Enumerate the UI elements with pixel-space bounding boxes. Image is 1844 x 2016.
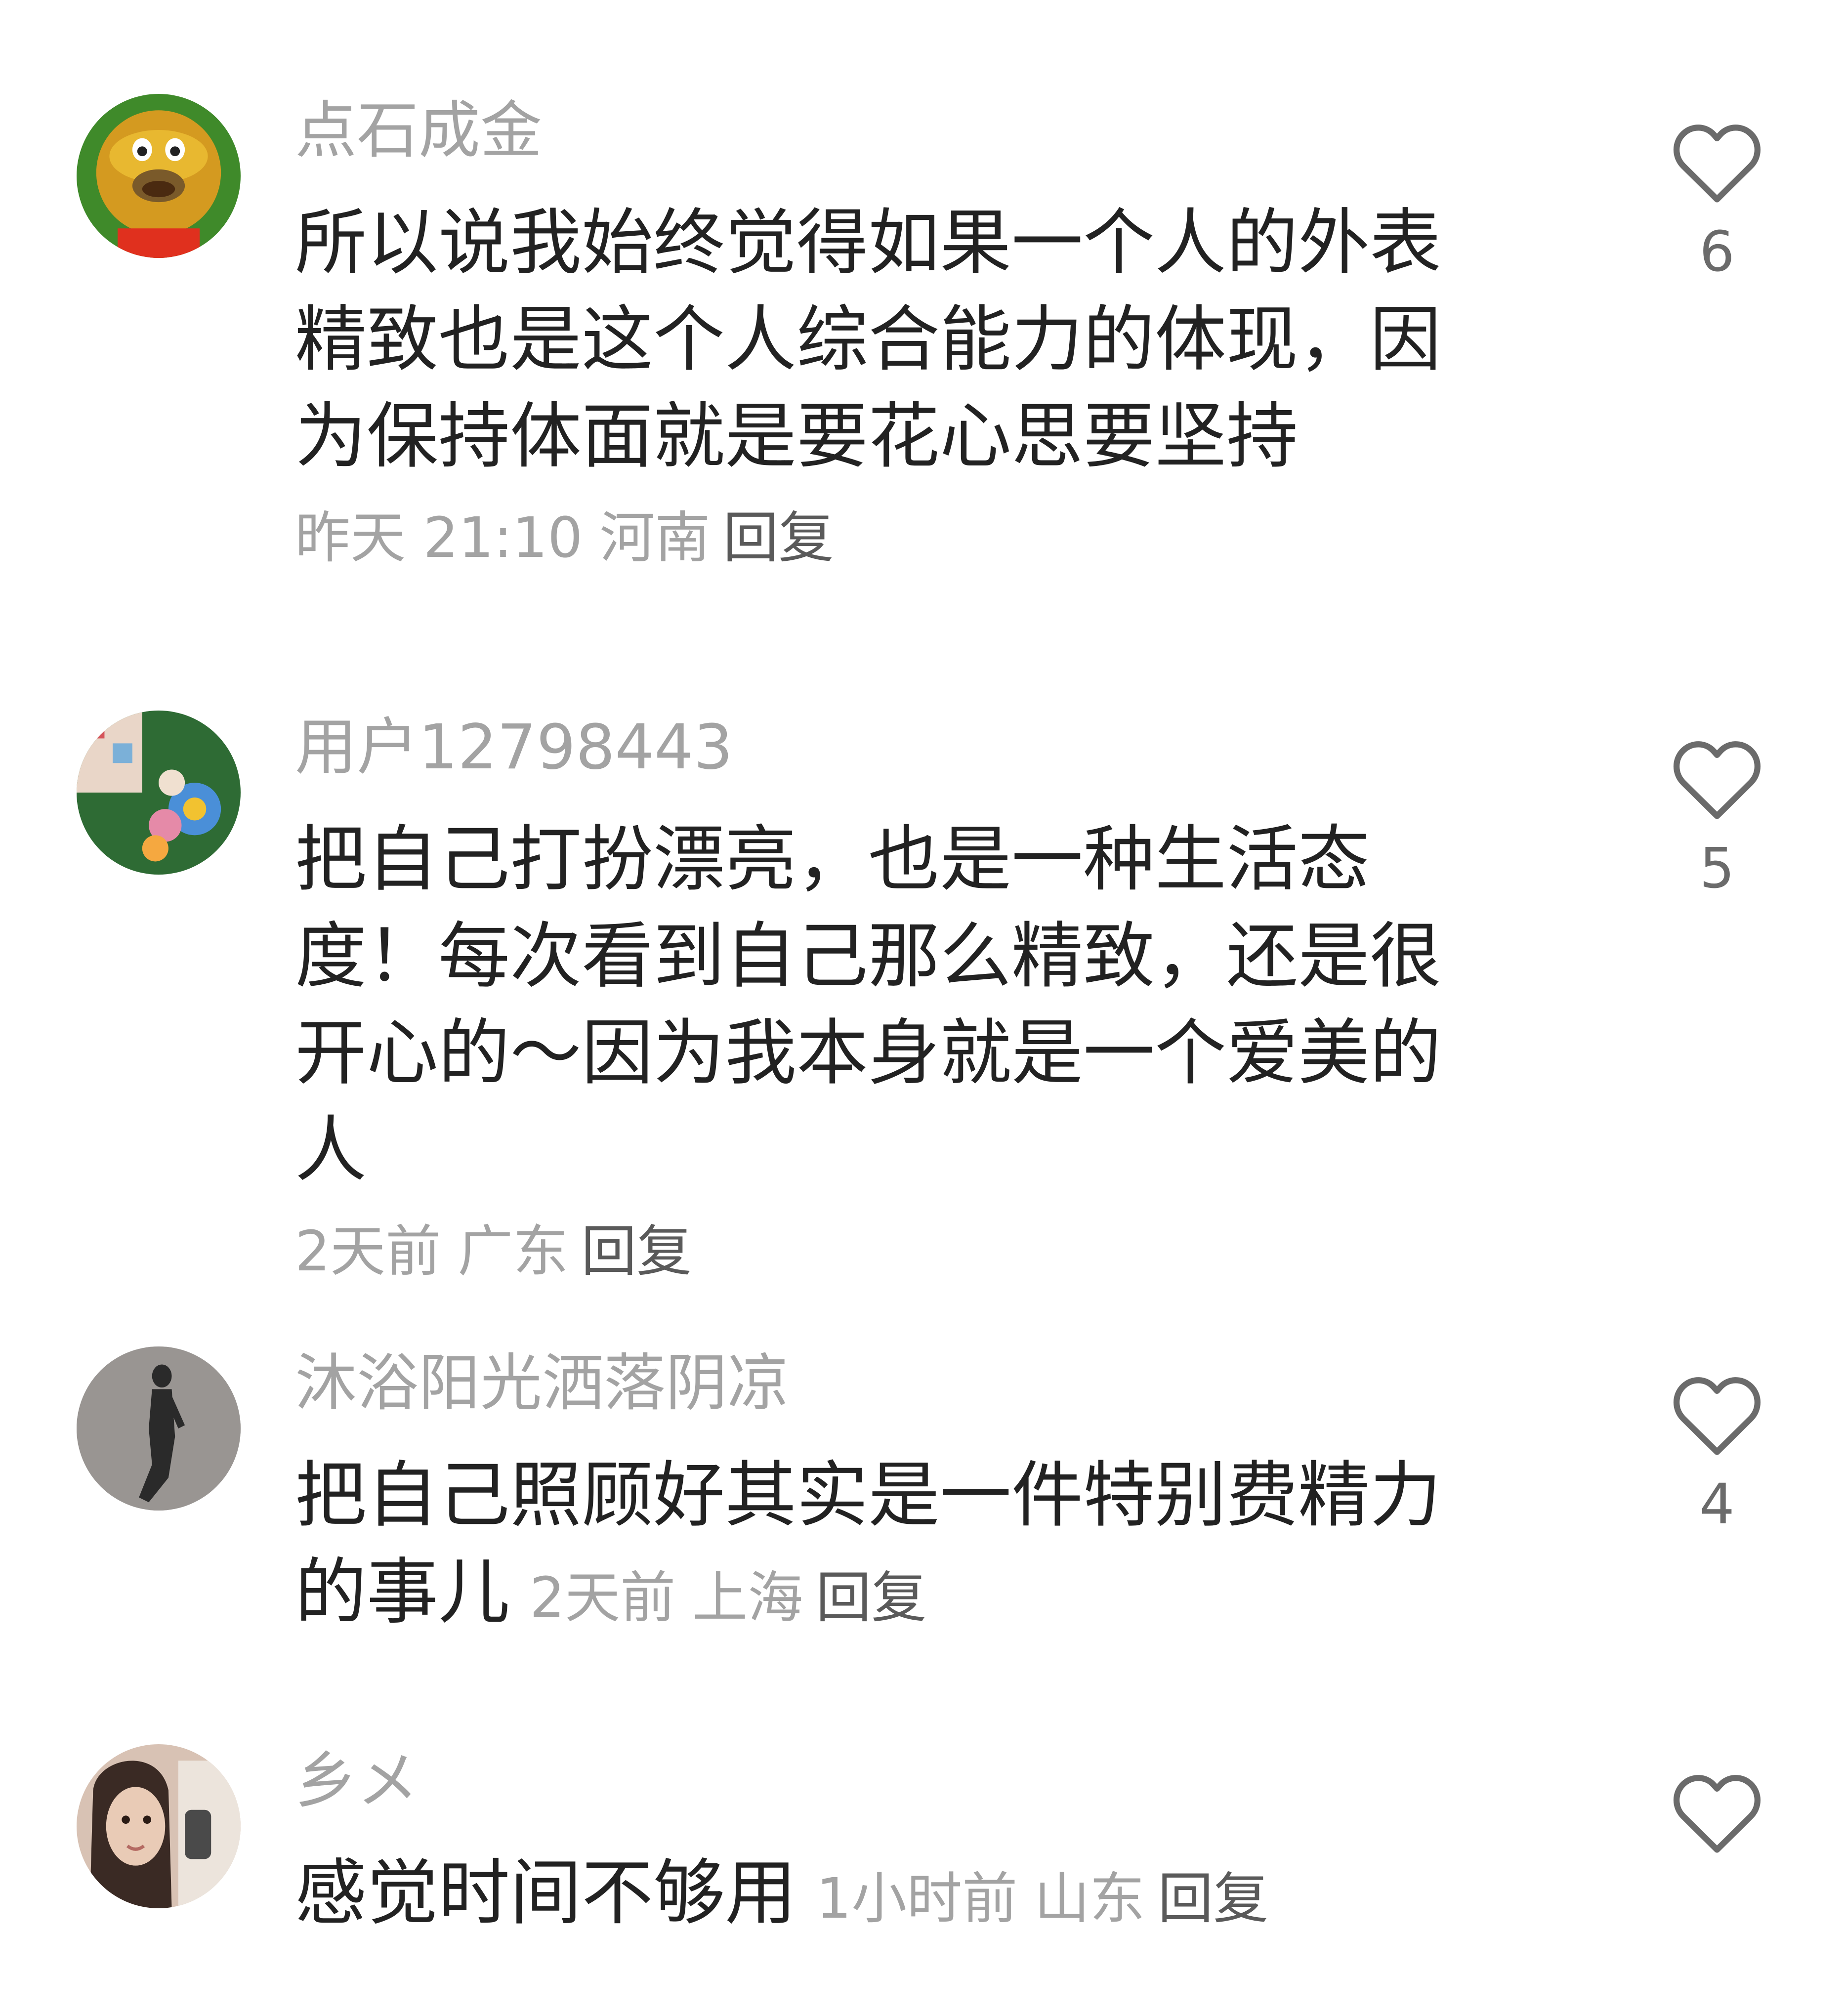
comment-body: 点石成金 所以说我始终觉得如果一个人的外表精致也是这个人综合能力的体现，因为保持… (295, 94, 1510, 575)
shadow-avatar-icon (77, 1346, 241, 1511)
comment-location: 广东 (458, 1219, 569, 1284)
comment-text: 感觉时间不够用 1小时前 山东 回复 (295, 1845, 1510, 1947)
user-avatar[interactable] (77, 1346, 241, 1511)
cartoon-avatar-icon (77, 94, 241, 258)
comment-location: 河南 (599, 506, 711, 570)
comment-text: 把自己打扮漂亮，也是一种生活态度！每次看到自己那么精致，还是很开心的～因为我本身… (295, 818, 1441, 1192)
comment-location: 山东 (1034, 1867, 1145, 1931)
comment-meta: 2天前 广东 回复 (295, 1215, 1510, 1289)
comment-text-content: 感觉时间不够用 (295, 1851, 796, 1935)
reply-button[interactable]: 回复 (581, 1219, 692, 1284)
user-avatar[interactable] (77, 711, 241, 875)
reply-button[interactable]: 回复 (723, 506, 834, 570)
reply-button[interactable]: 回复 (1158, 1867, 1268, 1931)
heart-icon (1673, 741, 1761, 819)
comment-text: 把自己照顾好其实是一件特别费精力的事儿 2天前 上海 回复 (295, 1447, 1510, 1646)
heart-icon (1673, 125, 1761, 203)
comment-time: 2天前 (295, 1219, 441, 1284)
comment-time: 2天前 (530, 1566, 676, 1630)
comment-time: 1小时前 (816, 1867, 1018, 1931)
user-avatar[interactable] (77, 1744, 241, 1908)
user-avatar[interactable] (77, 94, 241, 258)
username[interactable]: 乡メ (295, 1744, 1510, 1818)
heart-icon (1673, 1775, 1761, 1853)
username[interactable]: 用户12798443 (295, 711, 1510, 785)
heart-icon (1673, 1377, 1761, 1455)
like-button[interactable] (1665, 1771, 1769, 1855)
selfie-avatar-icon (77, 1744, 241, 1908)
like-count: 6 (1699, 220, 1735, 284)
reply-button[interactable]: 回复 (816, 1566, 926, 1630)
like-button[interactable]: 4 (1665, 1374, 1769, 1537)
like-count: 5 (1699, 837, 1735, 901)
like-count: 4 (1699, 1472, 1735, 1537)
comment-body: 乡メ 感觉时间不够用 1小时前 山东 回复 (295, 1744, 1510, 1947)
plush-toys-avatar-icon (77, 711, 241, 875)
like-button[interactable]: 6 (1665, 121, 1769, 284)
like-button[interactable]: 5 (1665, 738, 1769, 901)
comment-text: 所以说我始终觉得如果一个人的外表精致也是这个人综合能力的体现，因为保持体面就是要… (295, 201, 1441, 478)
comment-time: 昨天 21:10 (295, 506, 583, 570)
comment-meta: 2天前 上海 回复 (510, 1566, 926, 1630)
username[interactable]: 沐浴阳光洒落阴凉 (295, 1346, 1510, 1421)
comment-body: 用户12798443 把自己打扮漂亮，也是一种生活态度！每次看到自己那么精致，还… (295, 711, 1510, 1289)
comment-body: 沐浴阳光洒落阴凉 把自己照顾好其实是一件特别费精力的事儿 2天前 上海 回复 (295, 1346, 1510, 1646)
username[interactable]: 点石成金 (295, 94, 1510, 168)
comment-meta: 1小时前 山东 回复 (796, 1867, 1268, 1931)
comment-meta: 昨天 21:10 河南 回复 (295, 501, 1510, 575)
comment-location: 上海 (692, 1566, 803, 1630)
